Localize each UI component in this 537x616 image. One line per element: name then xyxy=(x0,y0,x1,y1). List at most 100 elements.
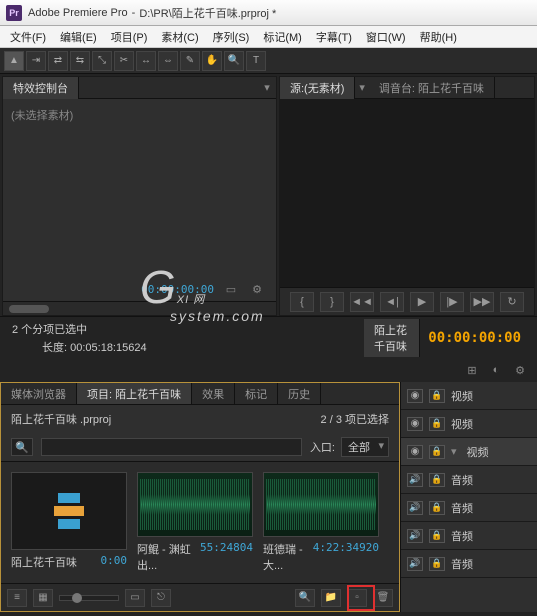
waveform-icon xyxy=(264,473,378,536)
toggle-lock-icon[interactable]: 🔒 xyxy=(429,445,445,459)
slip-tool-icon[interactable]: ↔ xyxy=(136,51,156,71)
transport-controls: { } ◄◄ ◄| ▶ |▶ ▶▶ ↻ xyxy=(280,287,534,315)
search-icon[interactable]: 🔍 xyxy=(11,438,33,456)
toggle-lock-icon[interactable]: 🔒 xyxy=(429,501,445,515)
sequence-header: 陌上花千百味 00:00:00:00 xyxy=(356,317,537,358)
clip-item[interactable]: 陌上花千百味0:00 xyxy=(11,472,127,573)
toggle-mute-icon[interactable]: 🔊 xyxy=(407,501,423,515)
effect-timecode[interactable]: 00:00:00:00 xyxy=(141,283,214,296)
expand-icon[interactable]: ▾ xyxy=(451,445,457,458)
sequence-tab[interactable]: 陌上花千百味 xyxy=(364,319,420,357)
find-icon[interactable]: 🔍 xyxy=(295,589,315,607)
rate-tool-icon[interactable]: ⤡ xyxy=(92,51,112,71)
icon-view-icon[interactable]: ▦ xyxy=(33,589,53,607)
tab-audio-mixer[interactable]: 调音台: 陌上花千百味 xyxy=(369,77,495,99)
clip-item[interactable]: 班德瑞 - 大...4:22:34920 xyxy=(263,472,379,573)
loop-icon[interactable]: ↻ xyxy=(500,292,524,312)
fit-icon[interactable]: ▭ xyxy=(222,281,240,297)
menu-file[interactable]: 文件(F) xyxy=(4,27,52,47)
clip-duration: 4:22:34920 xyxy=(313,541,379,573)
source-monitor-panel: 源:(无素材) ▾ 调音台: 陌上花千百味 { } ◄◄ ◄| ▶ |▶ ▶▶ … xyxy=(279,76,535,316)
toggle-lock-icon[interactable]: 🔒 xyxy=(429,473,445,487)
new-item-icon[interactable]: ▫ xyxy=(347,589,367,607)
menu-window[interactable]: 窗口(W) xyxy=(360,27,412,47)
hand-tool-icon[interactable]: ✋ xyxy=(202,51,222,71)
tab-media-browser[interactable]: 媒体浏览器 xyxy=(1,383,77,404)
audio-track[interactable]: 🔊🔒音频 xyxy=(401,466,537,494)
clip-duration: 55:24804 xyxy=(200,541,253,573)
toggle-lock-icon[interactable]: 🔒 xyxy=(429,529,445,543)
inlet-dropdown[interactable]: 全部 xyxy=(341,437,389,457)
source-viewport xyxy=(280,99,534,287)
tab-project[interactable]: 项目: 陌上花千百味 xyxy=(77,383,192,404)
list-view-icon[interactable]: ≡ xyxy=(7,589,27,607)
settings-icon[interactable]: ⚙ xyxy=(511,362,529,378)
audio-track[interactable]: 🔊🔒音频 xyxy=(401,522,537,550)
selection-tool-icon[interactable]: ▲ xyxy=(4,51,24,71)
toggle-mute-icon[interactable]: 🔊 xyxy=(407,473,423,487)
audio-track[interactable]: 🔊🔒音频 xyxy=(401,550,537,578)
goto-prev-icon[interactable]: ◄◄ xyxy=(350,292,374,312)
toggle-mute-icon[interactable]: 🔊 xyxy=(407,557,423,571)
slide-tool-icon[interactable]: ⇔ xyxy=(158,51,178,71)
new-bin-icon[interactable]: 📁 xyxy=(321,589,341,607)
clip-item[interactable]: 阿鲲 - 渊虹出...55:24804 xyxy=(137,472,253,573)
search-input[interactable] xyxy=(41,438,302,456)
menu-sequence[interactable]: 序列(S) xyxy=(207,27,256,47)
rolling-tool-icon[interactable]: ⇆ xyxy=(70,51,90,71)
marker-icon[interactable]: ◐ xyxy=(487,362,505,378)
clip-name: 班德瑞 - 大... xyxy=(263,541,313,573)
sort-icon[interactable]: ▭ xyxy=(125,589,145,607)
track-select-tool-icon[interactable]: ⇥ xyxy=(26,51,46,71)
tab-effect-controls[interactable]: 特效控制台 xyxy=(3,77,79,99)
toggle-visibility-icon[interactable] xyxy=(407,417,423,431)
pen-tool-icon[interactable]: ✎ xyxy=(180,51,200,71)
toggle-visibility-icon[interactable] xyxy=(407,389,423,403)
wrench-icon[interactable]: ⚙ xyxy=(248,281,266,297)
toggle-lock-icon[interactable]: 🔒 xyxy=(429,557,445,571)
menu-marker[interactable]: 标记(M) xyxy=(257,27,308,47)
toggle-lock-icon[interactable]: 🔒 xyxy=(429,417,445,431)
clip-name: 阿鲲 - 渊虹出... xyxy=(137,541,200,573)
clip-duration: 0:00 xyxy=(101,554,128,570)
step-back-icon[interactable]: ◄| xyxy=(380,292,404,312)
tool-bar: ▲ ⇥ ⇄ ⇆ ⤡ ✂ ↔ ⇔ ✎ ✋ 🔍 T xyxy=(0,48,537,74)
selection-info: 2 个分项已选中 长度: 00:05:18:15624 xyxy=(0,317,356,358)
menu-title[interactable]: 字幕(T) xyxy=(310,27,358,47)
tab-close-icon[interactable]: ▾ xyxy=(355,81,369,94)
toggle-visibility-icon[interactable] xyxy=(407,445,423,459)
snap-icon[interactable]: ⊞ xyxy=(463,362,481,378)
zoom-tool-icon[interactable]: 🔍 xyxy=(224,51,244,71)
mark-in-icon[interactable]: { xyxy=(290,292,314,312)
panel-menu-icon[interactable]: ▾ xyxy=(258,80,276,96)
menu-project[interactable]: 项目(P) xyxy=(105,27,154,47)
audio-track[interactable]: 🔊🔒音频 xyxy=(401,494,537,522)
zoom-slider[interactable] xyxy=(59,595,119,601)
video-track[interactable]: 🔒视频 xyxy=(401,382,537,410)
ripple-tool-icon[interactable]: ⇄ xyxy=(48,51,68,71)
tab-history[interactable]: 历史 xyxy=(278,383,321,404)
menu-clip[interactable]: 素材(C) xyxy=(155,27,204,47)
video-track[interactable]: 🔒▾视频 xyxy=(401,438,537,466)
mark-out-icon[interactable]: } xyxy=(320,292,344,312)
toggle-lock-icon[interactable]: 🔒 xyxy=(429,389,445,403)
project-status: 2 / 3 项已选择 xyxy=(321,411,389,427)
delete-icon[interactable]: 🗑 xyxy=(373,589,393,607)
video-track[interactable]: 🔒视频 xyxy=(401,410,537,438)
menu-edit[interactable]: 编辑(E) xyxy=(54,27,103,47)
timeline-tracks-panel: 🔒视频 🔒视频 🔒▾视频 🔊🔒音频 🔊🔒音频 🔊🔒音频 🔊🔒音频 xyxy=(400,382,537,612)
tab-source[interactable]: 源:(无素材) xyxy=(280,77,355,99)
tab-markers[interactable]: 标记 xyxy=(235,383,278,404)
menu-help[interactable]: 帮助(H) xyxy=(414,27,463,47)
toggle-mute-icon[interactable]: 🔊 xyxy=(407,529,423,543)
sequence-timecode[interactable]: 00:00:00:00 xyxy=(428,330,529,346)
step-fwd-icon[interactable]: |▶ xyxy=(440,292,464,312)
inlet-label: 入口: xyxy=(310,439,335,455)
goto-next-icon[interactable]: ▶▶ xyxy=(470,292,494,312)
scrollbar[interactable] xyxy=(3,301,276,315)
automate-icon[interactable]: ⎋ xyxy=(151,589,171,607)
play-icon[interactable]: ▶ xyxy=(410,292,434,312)
type-tool-icon[interactable]: T xyxy=(246,51,266,71)
razor-tool-icon[interactable]: ✂ xyxy=(114,51,134,71)
tab-effects[interactable]: 效果 xyxy=(192,383,235,404)
